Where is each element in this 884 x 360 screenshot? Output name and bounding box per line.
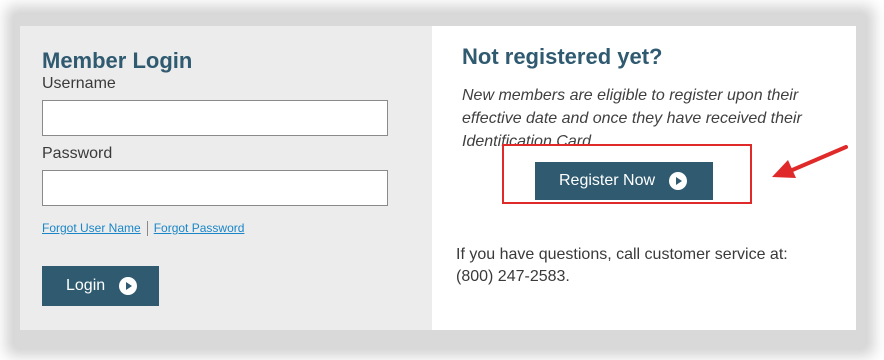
register-title: Not registered yet? xyxy=(462,44,663,69)
member-login-title: Member Login xyxy=(42,48,193,73)
link-divider xyxy=(146,221,148,237)
login-button[interactable]: Login xyxy=(42,266,159,306)
help-text: If you have questions, call customer ser… xyxy=(456,246,788,263)
red-arrow-icon xyxy=(772,145,848,178)
register-button-label: Register Now xyxy=(559,172,656,189)
username-input[interactable] xyxy=(42,100,388,136)
password-input[interactable] xyxy=(42,170,388,206)
forgot-username-link[interactable]: Forgot User Name xyxy=(42,221,141,235)
member-login-panel: Member Login Username Password Forgot Us… xyxy=(20,26,432,330)
password-label: Password xyxy=(42,145,113,162)
arrow-circle-right-icon xyxy=(119,277,138,295)
phone-number: (800) 247-2583. xyxy=(456,268,570,285)
forgot-password-link[interactable]: Forgot Password xyxy=(154,221,245,235)
forgot-links: Forgot User Name Forgot Password xyxy=(42,220,432,237)
username-label: Username xyxy=(42,75,116,92)
register-now-button[interactable]: Register Now xyxy=(535,162,713,200)
arrow-circle-right-icon xyxy=(669,172,688,190)
customer-service-text: If you have questions, call customer ser… xyxy=(456,244,846,288)
login-button-label: Login xyxy=(66,277,106,294)
